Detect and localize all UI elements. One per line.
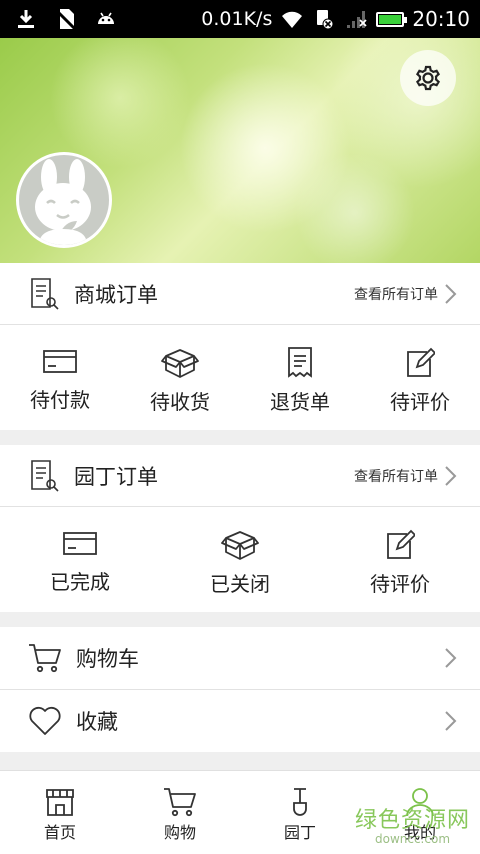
edit-icon — [387, 529, 415, 559]
cart-icon — [164, 788, 196, 817]
shovel-icon — [293, 788, 307, 816]
sim-icon — [317, 10, 334, 30]
nav-label: 首页 — [43, 823, 76, 842]
gardener-orders-grid: 已完成 已关闭 待评价 — [0, 508, 480, 612]
nav-label: 园丁 — [283, 823, 316, 842]
chevron-right-icon — [445, 465, 457, 486]
clock: 20:10 — [412, 7, 470, 31]
gardener-order-pending-review[interactable]: 待评价 — [320, 508, 480, 612]
gardener-order-label: 已关闭 — [210, 572, 270, 596]
mall-order-pending-payment[interactable]: 待付款 — [0, 326, 120, 430]
gardener-order-closed[interactable]: 已关闭 — [160, 508, 320, 612]
mall-order-label: 待付款 — [30, 388, 90, 412]
receipt-icon — [288, 347, 312, 378]
mall-order-label: 待评价 — [390, 390, 450, 414]
rabbit-avatar-icon — [35, 159, 91, 245]
chevron-right-icon — [445, 283, 457, 304]
signal-icon — [347, 11, 367, 28]
cart-label: 购物车 — [76, 647, 139, 671]
nav-label: 购物 — [163, 823, 196, 842]
network-speed: 0.01K/s — [201, 8, 273, 30]
mall-order-label: 待收货 — [150, 390, 210, 414]
store-icon — [46, 789, 74, 816]
cart-icon — [29, 644, 61, 673]
mall-orders-header[interactable]: 商城订单 查看所有订单 — [0, 263, 480, 325]
status-bar: 0.01K/s 20:10 — [0, 0, 480, 38]
favorites-row[interactable]: 收藏 — [0, 690, 480, 752]
order-list-icon — [31, 277, 59, 310]
mall-orders-view-all[interactable]: 查看所有订单 — [354, 283, 458, 305]
favorites-label: 收藏 — [76, 710, 118, 734]
heart-icon — [29, 706, 61, 735]
order-list-icon — [31, 459, 59, 492]
gear-icon — [415, 65, 441, 91]
download-icon — [18, 10, 34, 28]
watermark-url: downcc.com — [374, 832, 451, 846]
cart-row[interactable]: 购物车 — [0, 627, 480, 689]
chevron-right-icon — [445, 711, 457, 731]
view-all-label: 查看所有订单 — [354, 468, 438, 485]
edit-icon — [407, 347, 435, 377]
section-gap — [0, 430, 480, 445]
watermark-text: 绿色资源网 — [354, 808, 470, 833]
mall-orders-title: 商城订单 — [74, 282, 158, 307]
view-all-label: 查看所有订单 — [354, 286, 438, 303]
nav-gardener[interactable]: 园丁 — [240, 771, 360, 854]
section-gap — [0, 612, 480, 627]
watermark: 绿色资源网 downcc.com — [345, 802, 480, 852]
battery-icon — [376, 11, 408, 27]
nav-shopping[interactable]: 购物 — [120, 771, 240, 854]
gardener-order-label: 已完成 — [50, 570, 110, 594]
card-icon — [43, 350, 77, 373]
wifi-icon — [282, 11, 303, 28]
android-icon — [98, 12, 114, 24]
mall-order-pending-receipt[interactable]: 待收货 — [120, 326, 240, 430]
no-sim-icon — [55, 9, 77, 31]
section-gap — [0, 752, 480, 770]
gardener-order-label: 待评价 — [370, 572, 430, 596]
mall-order-returns[interactable]: 退货单 — [240, 326, 360, 430]
chevron-right-icon — [445, 648, 457, 668]
nav-home[interactable]: 首页 — [0, 771, 120, 854]
settings-button[interactable] — [400, 50, 456, 106]
gardener-orders-header[interactable]: 园丁订单 查看所有订单 — [0, 445, 480, 507]
mall-orders-grid: 待付款 待收货 退货单 待评价 — [0, 326, 480, 430]
card-icon — [63, 532, 97, 555]
mall-order-label: 退货单 — [270, 390, 330, 414]
mall-order-pending-review[interactable]: 待评价 — [360, 326, 480, 430]
gardener-order-completed[interactable]: 已完成 — [0, 508, 160, 612]
gardener-orders-view-all[interactable]: 查看所有订单 — [354, 465, 458, 487]
avatar[interactable] — [16, 152, 112, 248]
box-icon — [161, 349, 199, 378]
box-icon — [221, 531, 259, 560]
gardener-orders-title: 园丁订单 — [74, 464, 158, 489]
profile-header — [0, 38, 480, 263]
